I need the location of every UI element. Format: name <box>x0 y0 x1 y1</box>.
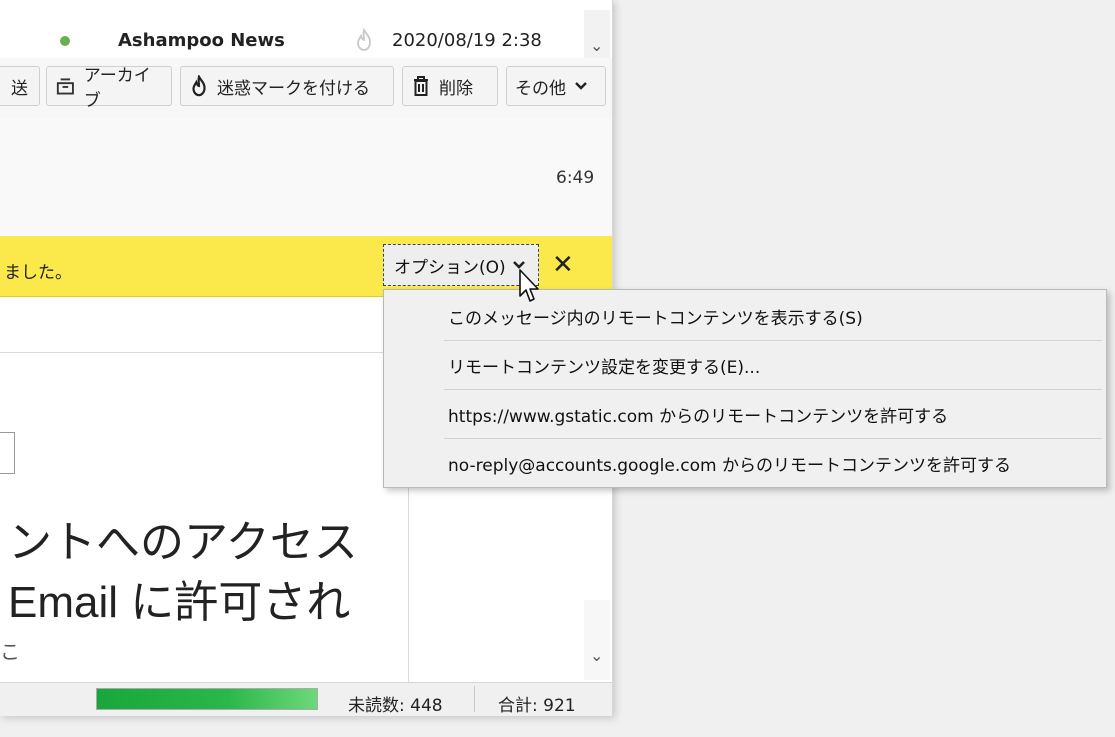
options-label: オプション(O) <box>394 257 506 278</box>
options-menu: このメッセージ内のリモートコンテンツを表示する(S) リモートコンテンツ設定を変… <box>383 289 1107 488</box>
other-actions-button[interactable]: その他 <box>506 66 606 106</box>
message-toolbar: 送 アーカイブ 迷惑マークを付ける 削除 その他 <box>0 58 612 118</box>
status-divider <box>474 686 475 712</box>
options-button[interactable]: オプション(O) <box>383 244 539 286</box>
delete-button[interactable]: 削除 <box>402 66 498 106</box>
archive-icon <box>56 78 74 95</box>
message-time: 6:49 <box>556 168 595 188</box>
mark-junk-button[interactable]: 迷惑マークを付ける <box>180 66 394 106</box>
scroll-down-icon[interactable]: ⌄ <box>590 646 603 665</box>
menu-item-change-settings[interactable]: リモートコンテンツ設定を変更する(E)... <box>384 341 1106 389</box>
mouse-cursor-icon <box>519 269 539 302</box>
unread-count: 未読数: 448 <box>348 696 443 716</box>
menu-item-show-remote[interactable]: このメッセージ内のリモートコンテンツを表示する(S) <box>384 292 1106 340</box>
flame-icon <box>192 75 206 97</box>
mark-junk-label: 迷惑マークを付ける <box>217 78 370 99</box>
delete-label: 削除 <box>439 78 473 99</box>
body-divider <box>0 352 408 353</box>
menu-item-label: https://www.gstatic.com からのリモートコンテンツを許可す… <box>448 406 949 427</box>
message-sender: Ashampoo News <box>118 30 285 51</box>
trash-icon <box>414 76 428 96</box>
body-heading-line2: Email に許可され <box>8 578 351 627</box>
other-label: その他 <box>515 78 566 99</box>
chevron-down-icon <box>575 82 587 90</box>
body-text-partial: こ <box>0 640 20 664</box>
progress-fill <box>97 689 317 709</box>
close-notice-icon[interactable]: ✕ <box>552 250 574 280</box>
total-count: 合計: 921 <box>498 696 576 716</box>
body-scrollbar[interactable]: ⌄ <box>584 600 610 680</box>
menu-item-allow-google[interactable]: no-reply@accounts.google.com からのリモートコンテン… <box>384 439 1106 487</box>
message-header <box>0 118 612 237</box>
scroll-down-icon[interactable]: ⌄ <box>590 36 603 55</box>
menu-item-allow-gstatic[interactable]: https://www.gstatic.com からのリモートコンテンツを許可す… <box>384 390 1106 438</box>
menu-item-label: リモートコンテンツ設定を変更する(E)... <box>448 357 761 378</box>
forward-button[interactable]: 送 <box>0 66 40 106</box>
menu-item-label: no-reply@accounts.google.com からのリモートコンテン… <box>448 455 1011 476</box>
message-list-row[interactable]: Ashampoo News 2020/08/19 2:38 <box>0 10 584 54</box>
body-heading-line1: ントへのアクセス <box>8 518 358 567</box>
body-input-box[interactable] <box>0 432 15 474</box>
archive-button[interactable]: アーカイブ <box>46 66 172 111</box>
unread-dot-icon <box>60 36 70 46</box>
menu-item-label: このメッセージ内のリモートコンテンツを表示する(S) <box>448 308 863 329</box>
progress-bar <box>96 688 318 710</box>
forward-label: 送 <box>11 78 28 99</box>
junk-flame-icon[interactable] <box>354 28 374 52</box>
archive-label: アーカイブ <box>83 66 151 111</box>
notice-text: ました。 <box>4 263 72 283</box>
message-list-scrollbar[interactable]: ⌄ <box>584 10 610 64</box>
message-date: 2020/08/19 2:38 <box>392 30 542 51</box>
